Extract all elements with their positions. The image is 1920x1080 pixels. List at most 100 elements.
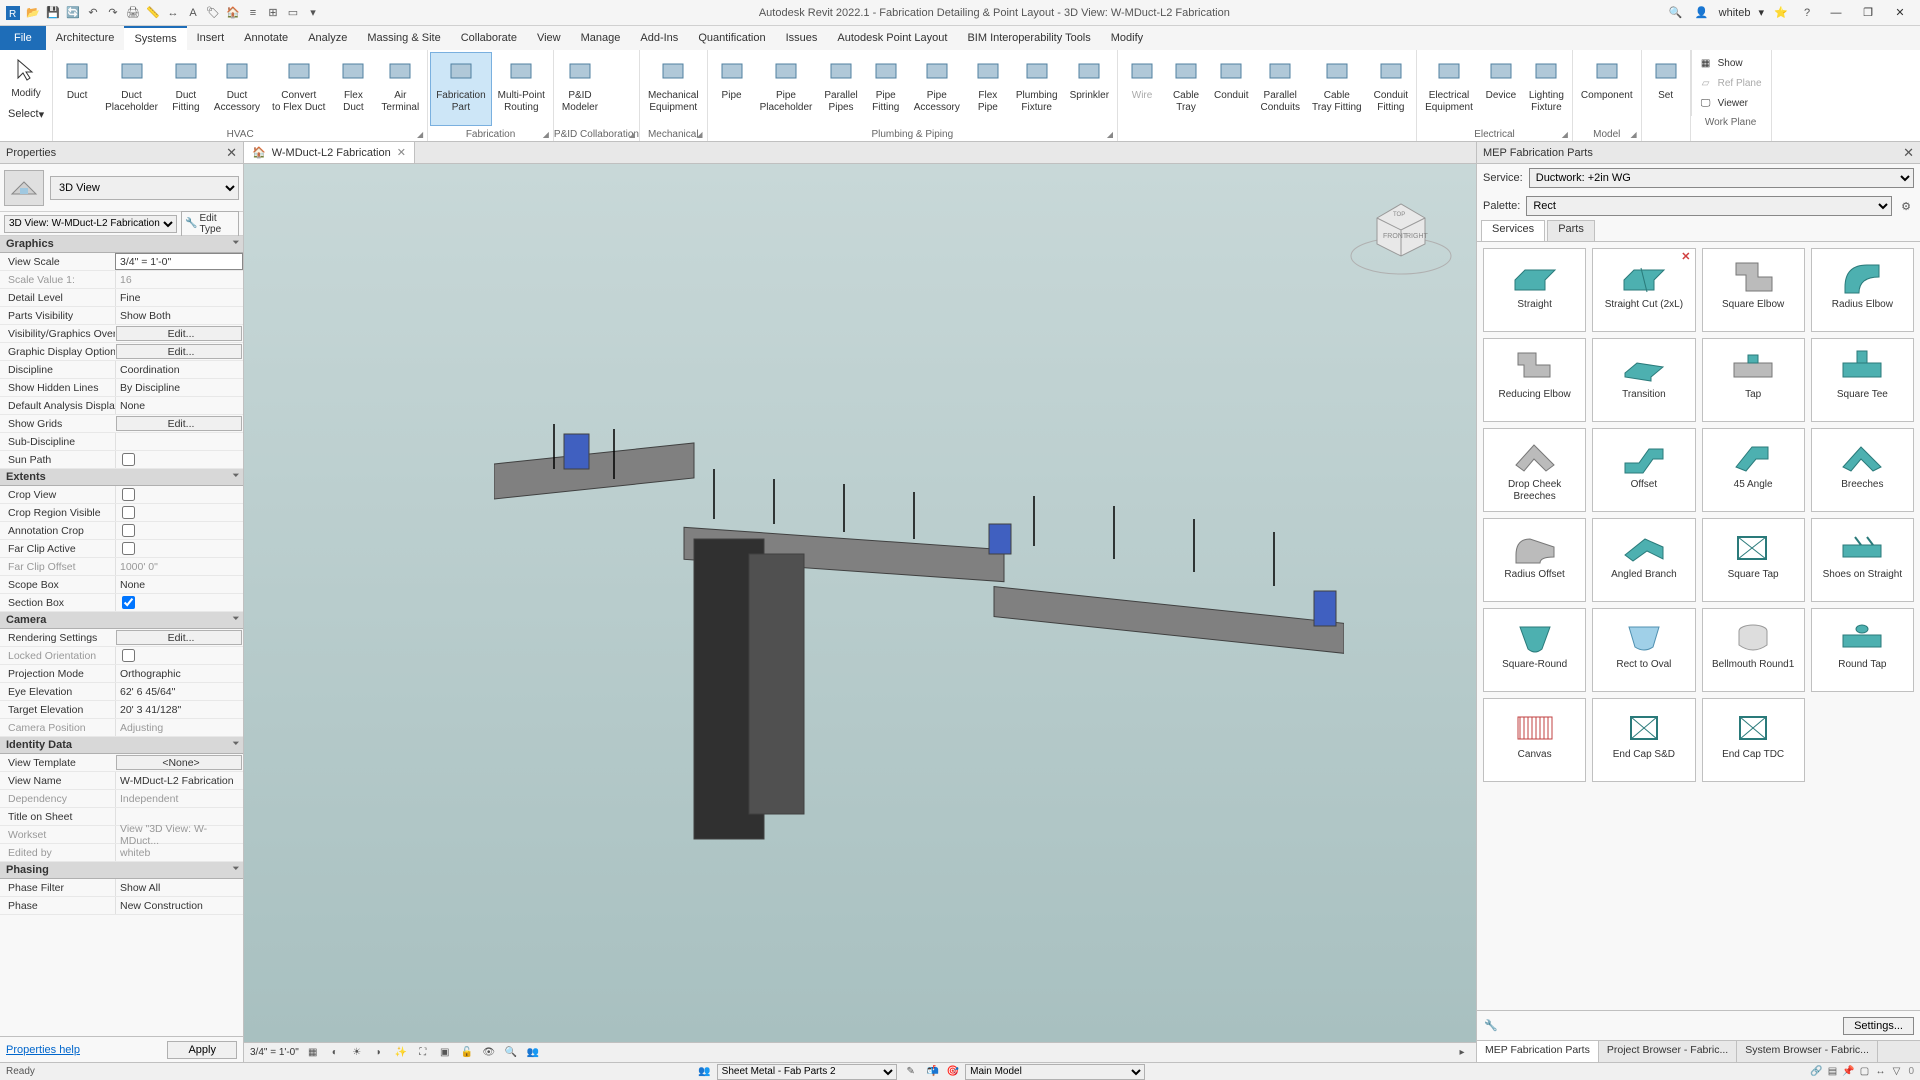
prop-value[interactable]: Fine [115, 289, 243, 306]
ref-plane[interactable]: ▱Ref Plane [1696, 74, 1767, 92]
user-icon[interactable]: 👤 [1693, 4, 1711, 22]
tab-bim-interop[interactable]: BIM Interoperability Tools [957, 26, 1100, 50]
default-view-icon[interactable]: 🏠 [224, 4, 242, 22]
tab-addins[interactable]: Add-Ins [630, 26, 688, 50]
prop-value[interactable]: By Discipline [115, 379, 243, 396]
sun-icon[interactable]: ☀ [349, 1045, 365, 1061]
part-radius-elbow[interactable]: Radius Elbow [1811, 248, 1914, 332]
duct-fitting-button[interactable]: DuctFitting [164, 52, 208, 126]
part-square-round[interactable]: Square-Round [1483, 608, 1586, 692]
part-drop-cheek-breeches[interactable]: Drop Cheek Breeches [1483, 428, 1586, 512]
prop-value[interactable]: Show All [115, 879, 243, 896]
sync-icon[interactable]: 🔄 [64, 4, 82, 22]
part-straight-cut-2xl-[interactable]: ✕Straight Cut (2xL) [1592, 248, 1695, 332]
help-icon[interactable]: ? [1798, 4, 1816, 22]
tab-system-browser[interactable]: System Browser - Fabric... [1737, 1041, 1878, 1062]
pipe-accessory-button[interactable]: PipeAccessory [908, 52, 966, 126]
tab-modify[interactable]: Modify [1101, 26, 1153, 50]
properties-help-link[interactable]: Properties help [6, 1044, 80, 1056]
search-icon[interactable]: 🔍 [1667, 4, 1685, 22]
dimension-icon[interactable]: ↔ [164, 4, 182, 22]
part-rect-to-oval[interactable]: Rect to Oval [1592, 608, 1695, 692]
undo-icon[interactable]: ↶ [84, 4, 102, 22]
render-icon[interactable]: ✨ [393, 1045, 409, 1061]
scroll-right-icon[interactable]: ▸ [1454, 1045, 1470, 1061]
prop-value[interactable]: Edit... [116, 326, 242, 341]
workset-icon[interactable]: 👥 [698, 1066, 710, 1077]
part-bellmouth-round1[interactable]: Bellmouth Round1 [1702, 608, 1805, 692]
select-dropdown[interactable]: Select ▾ [0, 104, 52, 125]
parallel-pipes-button[interactable]: ParallelPipes [818, 52, 863, 126]
set-button[interactable]: Set [1644, 52, 1688, 137]
thin-lines-icon[interactable]: ≡ [244, 4, 262, 22]
part-reducing-elbow[interactable]: Reducing Elbow [1483, 338, 1586, 422]
parallel-conduits-button[interactable]: ParallelConduits [1255, 52, 1306, 137]
restore-icon[interactable]: ❐ [1856, 3, 1880, 23]
p-id-modeler-button[interactable]: P&IDModeler [556, 52, 604, 126]
fab-tab-services[interactable]: Services [1481, 220, 1545, 241]
cable-tray-fitting-button[interactable]: CableTray Fitting [1306, 52, 1368, 137]
modify-button[interactable]: Modify [0, 50, 52, 104]
prop-value[interactable]: <None> [116, 755, 242, 770]
prop-cat-extents[interactable]: Extents [0, 469, 243, 486]
main-model-icon[interactable]: 🎯 [947, 1066, 959, 1077]
print-icon[interactable]: 🖨 [124, 4, 142, 22]
user-name[interactable]: whiteb [1719, 7, 1751, 19]
unlock-icon[interactable]: 🔓 [459, 1045, 475, 1061]
palette-config-icon[interactable]: ⚙ [1898, 198, 1914, 214]
sprinkler-button[interactable]: Sprinkler [1064, 52, 1115, 126]
drag-icon[interactable]: ↔ [1872, 1064, 1888, 1080]
shadows-icon[interactable]: ◗ [371, 1045, 387, 1061]
prop-value[interactable]: Edit... [116, 344, 242, 359]
viewer[interactable]: 🖵Viewer [1696, 94, 1767, 112]
prop-value[interactable]: 3/4" = 1'-0" [115, 253, 243, 270]
part-tap[interactable]: Tap [1702, 338, 1805, 422]
instance-dropdown[interactable]: 3D View: W-MDuct-L2 Fabrication [4, 215, 177, 233]
type-dropdown[interactable]: 3D View [50, 176, 239, 200]
part-offset[interactable]: Offset [1592, 428, 1695, 512]
reveal-icon[interactable]: 🔍 [503, 1045, 519, 1061]
prop-value[interactable] [115, 433, 243, 450]
prop-value[interactable]: 20' 3 41/128" [115, 701, 243, 718]
prop-cat-identity-data[interactable]: Identity Data [0, 737, 243, 754]
worksharing-icon[interactable]: 👥 [525, 1045, 541, 1061]
filter-icon[interactable]: ▽ [1888, 1064, 1904, 1080]
prop-value[interactable] [115, 451, 243, 468]
viewport-3d[interactable]: FRONT RIGHT TOP [244, 164, 1476, 1042]
close-fab-icon[interactable]: ✕ [1903, 145, 1914, 161]
settings-button[interactable]: Settings... [1843, 1017, 1914, 1035]
select-pinned-icon[interactable]: 📌 [1840, 1064, 1856, 1080]
device-button[interactable]: Device [1479, 52, 1523, 126]
part-round-tap[interactable]: Round Tap [1811, 608, 1914, 692]
mechanical-equipment-button[interactable]: MechanicalEquipment [642, 52, 705, 126]
part-end-cap-s-d[interactable]: End Cap S&D [1592, 698, 1695, 782]
prop-value[interactable] [115, 504, 243, 521]
conduit-fitting-button[interactable]: ConduitFitting [1368, 52, 1414, 137]
tab-systems[interactable]: Systems [124, 26, 186, 50]
viewcube[interactable]: FRONT RIGHT TOP [1346, 184, 1456, 294]
revit-icon[interactable]: R [4, 4, 22, 22]
view-scale[interactable]: 3/4" = 1'-0" [250, 1047, 299, 1058]
prop-value[interactable]: Show Both [115, 307, 243, 324]
tab-analyze[interactable]: Analyze [298, 26, 357, 50]
redo-icon[interactable]: ↷ [104, 4, 122, 22]
tab-annotate[interactable]: Annotate [234, 26, 298, 50]
wire-button[interactable]: Wire [1120, 52, 1164, 137]
tab-architecture[interactable]: Architecture [46, 26, 125, 50]
air-terminal-button[interactable]: AirTerminal [375, 52, 425, 126]
prop-value[interactable] [115, 540, 243, 557]
part-angled-branch[interactable]: Angled Branch [1592, 518, 1695, 602]
prop-cat-camera[interactable]: Camera [0, 612, 243, 629]
detail-icon[interactable]: ▦ [305, 1045, 321, 1061]
tab-pointlayout[interactable]: Autodesk Point Layout [827, 26, 957, 50]
part-end-cap-tdc[interactable]: End Cap TDC [1702, 698, 1805, 782]
prop-value[interactable]: Orthographic [115, 665, 243, 682]
apply-button[interactable]: Apply [167, 1041, 237, 1059]
duct-button[interactable]: Duct [55, 52, 99, 126]
duct-accessory-button[interactable]: DuctAccessory [208, 52, 266, 126]
save-icon[interactable]: 💾 [44, 4, 62, 22]
editing-requests-icon[interactable]: 📬 [925, 1064, 941, 1080]
fabrication-part-button[interactable]: FabricationPart [430, 52, 491, 126]
part-square-elbow[interactable]: Square Elbow [1702, 248, 1805, 332]
select-underlay-icon[interactable]: ▤ [1824, 1064, 1840, 1080]
